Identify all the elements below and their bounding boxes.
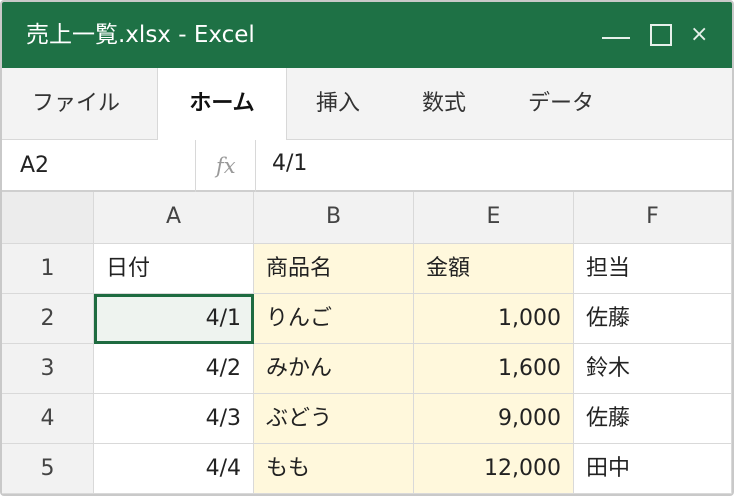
close-icon[interactable]: × xyxy=(690,22,708,48)
cell-f4[interactable]: 佐藤 xyxy=(574,394,732,444)
fx-icon[interactable]: fx xyxy=(216,152,236,180)
formula-divider xyxy=(255,140,256,192)
maximize-icon[interactable] xyxy=(650,24,672,46)
cell-a5[interactable]: 4/4 xyxy=(94,444,254,494)
spreadsheet-grid: A B E F 1 日付 商品名 金額 担当 2 4/1 りんご 1,000 佐… xyxy=(2,192,732,494)
row-header-3[interactable]: 3 xyxy=(2,344,94,394)
column-header-b[interactable]: B xyxy=(254,192,414,244)
minimize-icon[interactable] xyxy=(602,37,630,39)
cell-f3[interactable]: 鈴木 xyxy=(574,344,732,394)
cell-a4[interactable]: 4/3 xyxy=(94,394,254,444)
cell-e5[interactable]: 12,000 xyxy=(414,444,574,494)
window-title: 売上一覧.xlsx - Excel xyxy=(26,22,255,48)
cell-e4[interactable]: 9,000 xyxy=(414,394,574,444)
tab-formulas[interactable]: 数式 xyxy=(422,68,466,140)
ribbon-tabs: ファイル ホーム 挿入 数式 データ xyxy=(2,68,732,141)
select-all-corner[interactable] xyxy=(2,192,94,244)
row-header-4[interactable]: 4 xyxy=(2,394,94,444)
row-header-1[interactable]: 1 xyxy=(2,244,94,294)
row-header-5[interactable]: 5 xyxy=(2,444,94,494)
formula-input[interactable]: 4/1 xyxy=(272,150,307,178)
cell-e2[interactable]: 1,000 xyxy=(414,294,574,344)
cell-b1[interactable]: 商品名 xyxy=(254,244,414,294)
cell-e3[interactable]: 1,600 xyxy=(414,344,574,394)
cell-f2[interactable]: 佐藤 xyxy=(574,294,732,344)
tab-file[interactable]: ファイル xyxy=(32,68,120,140)
column-header-e[interactable]: E xyxy=(414,192,574,244)
excel-window: 売上一覧.xlsx - Excel × ファイル ホーム 挿入 数式 データ A… xyxy=(0,0,734,496)
cell-b4[interactable]: ぶどう xyxy=(254,394,414,444)
cell-e1[interactable]: 金額 xyxy=(414,244,574,294)
cell-b5[interactable]: もも xyxy=(254,444,414,494)
row-header-2[interactable]: 2 xyxy=(2,294,94,344)
formula-bar: A2 fx 4/1 xyxy=(2,140,732,192)
formula-divider xyxy=(195,140,196,192)
tab-data[interactable]: データ xyxy=(528,68,594,140)
cell-b2[interactable]: りんご xyxy=(254,294,414,344)
cell-f1[interactable]: 担当 xyxy=(574,244,732,294)
name-box[interactable]: A2 xyxy=(20,152,49,180)
cell-a3[interactable]: 4/2 xyxy=(94,344,254,394)
tab-home[interactable]: ホーム xyxy=(157,68,287,141)
cell-a1[interactable]: 日付 xyxy=(94,244,254,294)
title-bar: 売上一覧.xlsx - Excel × xyxy=(2,2,732,68)
cell-b3[interactable]: みかん xyxy=(254,344,414,394)
cell-f5[interactable]: 田中 xyxy=(574,444,732,494)
column-header-a[interactable]: A xyxy=(94,192,254,244)
tab-insert[interactable]: 挿入 xyxy=(316,68,360,140)
column-header-f[interactable]: F xyxy=(574,192,732,244)
cell-a2[interactable]: 4/1 xyxy=(94,294,254,344)
